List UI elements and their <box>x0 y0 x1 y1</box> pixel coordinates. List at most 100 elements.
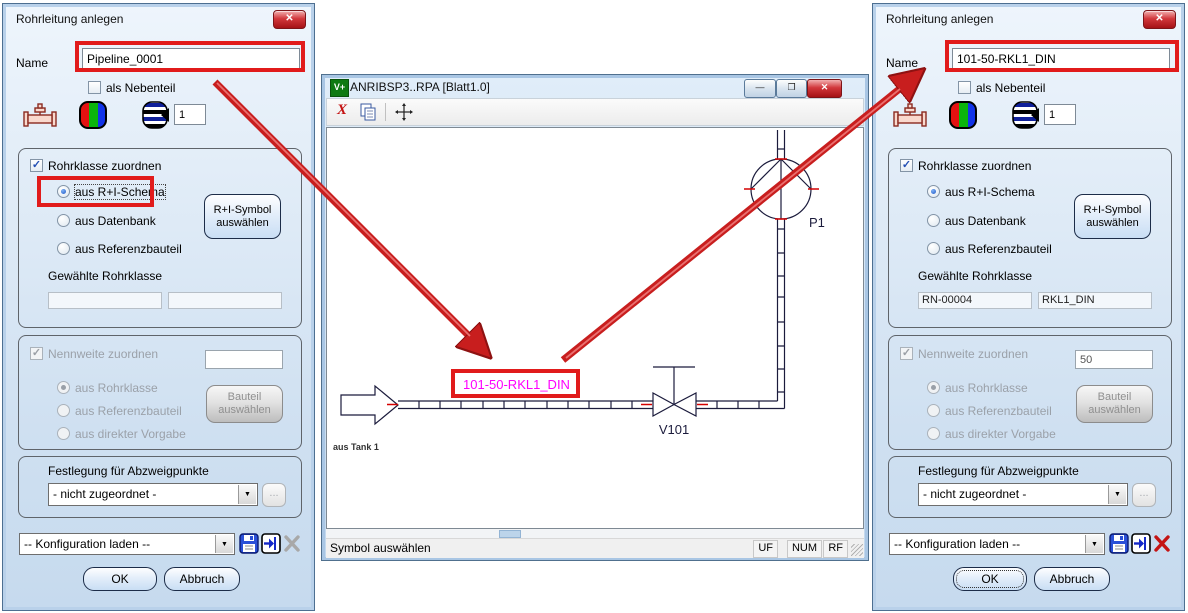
pump-tag: P1 <box>809 215 825 230</box>
scrollbar-thumb[interactable] <box>499 530 521 538</box>
window-title: ANRIBSP3..RPA [Blatt1.0] <box>350 80 490 94</box>
color-rgb-icon[interactable] <box>79 101 107 132</box>
pipeline-label: 101-50-RKL1_DIN <box>463 377 570 392</box>
resize-grip[interactable] <box>851 544 863 556</box>
radio-aus-ri-schema[interactable] <box>57 185 70 198</box>
radio-aus-ri-schema-label[interactable]: aus R+I-Schema <box>945 185 1035 199</box>
radio-aus-datenbank-label[interactable]: aus Datenbank <box>75 214 156 228</box>
radio-aus-direkter-vorgabe <box>927 427 940 440</box>
radio-aus-direkter-vorgabe-label: aus direkter Vorgabe <box>945 427 1056 441</box>
restore-button[interactable]: ❐ <box>776 79 807 98</box>
line-style-icon[interactable] <box>142 101 170 132</box>
screenshot-root: Rohrleitung anlegen ✕ Name als Nebenteil <box>0 0 1188 613</box>
chevron-down-icon[interactable]: ▼ <box>215 535 233 553</box>
nebenteil-label: als Nebenteil <box>976 81 1046 95</box>
rohrklasse-id-field: RN-00004 <box>918 292 1032 309</box>
segment-count-input[interactable] <box>1044 104 1076 125</box>
name-label: Name <box>886 56 919 70</box>
close-icon: ✕ <box>1155 13 1164 24</box>
radio-aus-referenzbauteil-label[interactable]: aus Referenzbauteil <box>945 242 1052 256</box>
copy-icon[interactable] <box>359 103 377 124</box>
radio-aus-rohrklasse <box>927 381 940 394</box>
radio-aus-ri-schema-label[interactable]: aus R+I-Schema <box>74 184 166 200</box>
delete-config-icon[interactable] <box>1152 533 1172 557</box>
radio-aus-rohrklasse-label: aus Rohrklasse <box>945 381 1028 395</box>
minimize-button[interactable]: — <box>744 79 776 98</box>
valve-icon[interactable] <box>21 102 59 133</box>
dialog-title: Rohrleitung anlegen <box>16 12 124 26</box>
gewaehlte-rohrklasse-label: Gewählte Rohrklasse <box>918 269 1033 283</box>
line-style-icon[interactable] <box>1012 101 1040 132</box>
rohrklasse-checkbox[interactable]: ✓ <box>900 159 913 172</box>
abzweig-more-button: ... <box>1132 483 1156 507</box>
close-icon: ✕ <box>820 82 829 92</box>
horizontal-scrollbar[interactable] <box>326 529 864 538</box>
bauteil-auswaehlen-button: Bauteil auswählen <box>1076 385 1153 423</box>
close-button[interactable]: ✕ <box>1143 10 1176 29</box>
abzweig-label: Festlegung für Abzweigpunkte <box>48 464 209 478</box>
radio-aus-referenzbauteil2-label: aus Referenzbauteil <box>945 404 1052 418</box>
segment-count-input[interactable] <box>174 104 206 125</box>
load-config-icon[interactable] <box>261 533 281 557</box>
radio-aus-ri-schema[interactable] <box>927 185 940 198</box>
abbruch-button[interactable]: Abbruch <box>1034 567 1110 591</box>
status-pane-num: NUM <box>786 540 822 558</box>
dialog-title: Rohrleitung anlegen <box>886 12 994 26</box>
chevron-down-icon[interactable]: ▼ <box>1108 485 1126 504</box>
radio-aus-datenbank[interactable] <box>927 214 940 227</box>
chevron-down-icon[interactable]: ▼ <box>1085 535 1103 553</box>
gewaehlte-rohrklasse-label: Gewählte Rohrklasse <box>48 269 163 283</box>
close-button[interactable]: ✕ <box>273 10 306 29</box>
abzweig-dropdown[interactable]: - nicht zugeordnet - ▼ <box>48 483 258 506</box>
radio-aus-referenzbauteil[interactable] <box>927 242 940 255</box>
status-bar: Symbol auswählen UF NUM RF <box>326 538 864 558</box>
radio-aus-direkter-vorgabe-label: aus direkter Vorgabe <box>75 427 186 441</box>
schematic-window: V+ ANRIBSP3..RPA [Blatt1.0] — ❐ ✕ X 101-… <box>321 74 869 561</box>
load-config-icon[interactable] <box>1131 533 1151 557</box>
valve-symbol <box>652 391 676 418</box>
ri-symbol-auswaehlen-button[interactable]: R+I-Symbol auswählen <box>1074 194 1151 239</box>
bauteil-auswaehlen-button: Bauteil auswählen <box>206 385 283 423</box>
schematic-canvas[interactable]: 101-50-RKL1_DIN V101 P1 aus Tank 1 <box>326 127 864 529</box>
rohrklasse-checkbox[interactable]: ✓ <box>30 159 43 172</box>
nennweite-input <box>1075 350 1153 369</box>
restore-icon: ❐ <box>787 82 796 92</box>
abzweig-more-button: ... <box>262 483 286 507</box>
ri-symbol-auswaehlen-button[interactable]: R+I-Symbol auswählen <box>204 194 281 239</box>
ok-button[interactable]: OK <box>953 567 1027 591</box>
radio-aus-datenbank-label[interactable]: aus Datenbank <box>945 214 1026 228</box>
radio-aus-rohrklasse <box>57 381 70 394</box>
radio-aus-direkter-vorgabe <box>57 427 70 440</box>
nennweite-checkbox: ✓ <box>30 347 43 360</box>
save-config-icon[interactable] <box>239 533 259 557</box>
config-dropdown-value: -- Konfiguration laden -- <box>894 537 1021 551</box>
source-note: aus Tank 1 <box>333 442 379 452</box>
radio-aus-referenzbauteil-label[interactable]: aus Referenzbauteil <box>75 242 182 256</box>
nennweite-checkbox-label: Nennweite zuordnen <box>48 347 159 361</box>
move-icon[interactable] <box>395 103 413 124</box>
config-dropdown[interactable]: -- Konfiguration laden -- ▼ <box>889 533 1105 555</box>
name-input[interactable] <box>82 48 300 70</box>
radio-aus-referenzbauteil2-label: aus Referenzbauteil <box>75 404 182 418</box>
radio-aus-datenbank[interactable] <box>57 214 70 227</box>
abbruch-button[interactable]: Abbruch <box>164 567 240 591</box>
nebenteil-checkbox[interactable] <box>958 81 971 94</box>
toolbar-separator <box>385 103 386 121</box>
color-rgb-icon[interactable] <box>949 101 977 132</box>
name-input[interactable] <box>952 48 1170 70</box>
pid-schematic: 101-50-RKL1_DIN V101 P1 aus Tank 1 <box>333 130 825 452</box>
abzweig-dropdown-value: - nicht zugeordnet - <box>53 487 157 501</box>
chevron-down-icon[interactable]: ▼ <box>238 485 256 504</box>
status-message: Symbol auswählen <box>330 541 431 555</box>
check-icon: ✓ <box>901 347 912 359</box>
window-close-button[interactable]: ✕ <box>807 79 842 98</box>
config-dropdown[interactable]: -- Konfiguration laden -- ▼ <box>19 533 235 555</box>
valve-icon[interactable] <box>891 102 929 133</box>
abzweig-dropdown[interactable]: - nicht zugeordnet - ▼ <box>918 483 1128 506</box>
delete-icon[interactable]: X <box>337 102 347 119</box>
rohrklasse-name-field <box>168 292 282 309</box>
radio-aus-referenzbauteil[interactable] <box>57 242 70 255</box>
nebenteil-checkbox[interactable] <box>88 81 101 94</box>
save-config-icon[interactable] <box>1109 533 1129 557</box>
ok-button[interactable]: OK <box>83 567 157 591</box>
